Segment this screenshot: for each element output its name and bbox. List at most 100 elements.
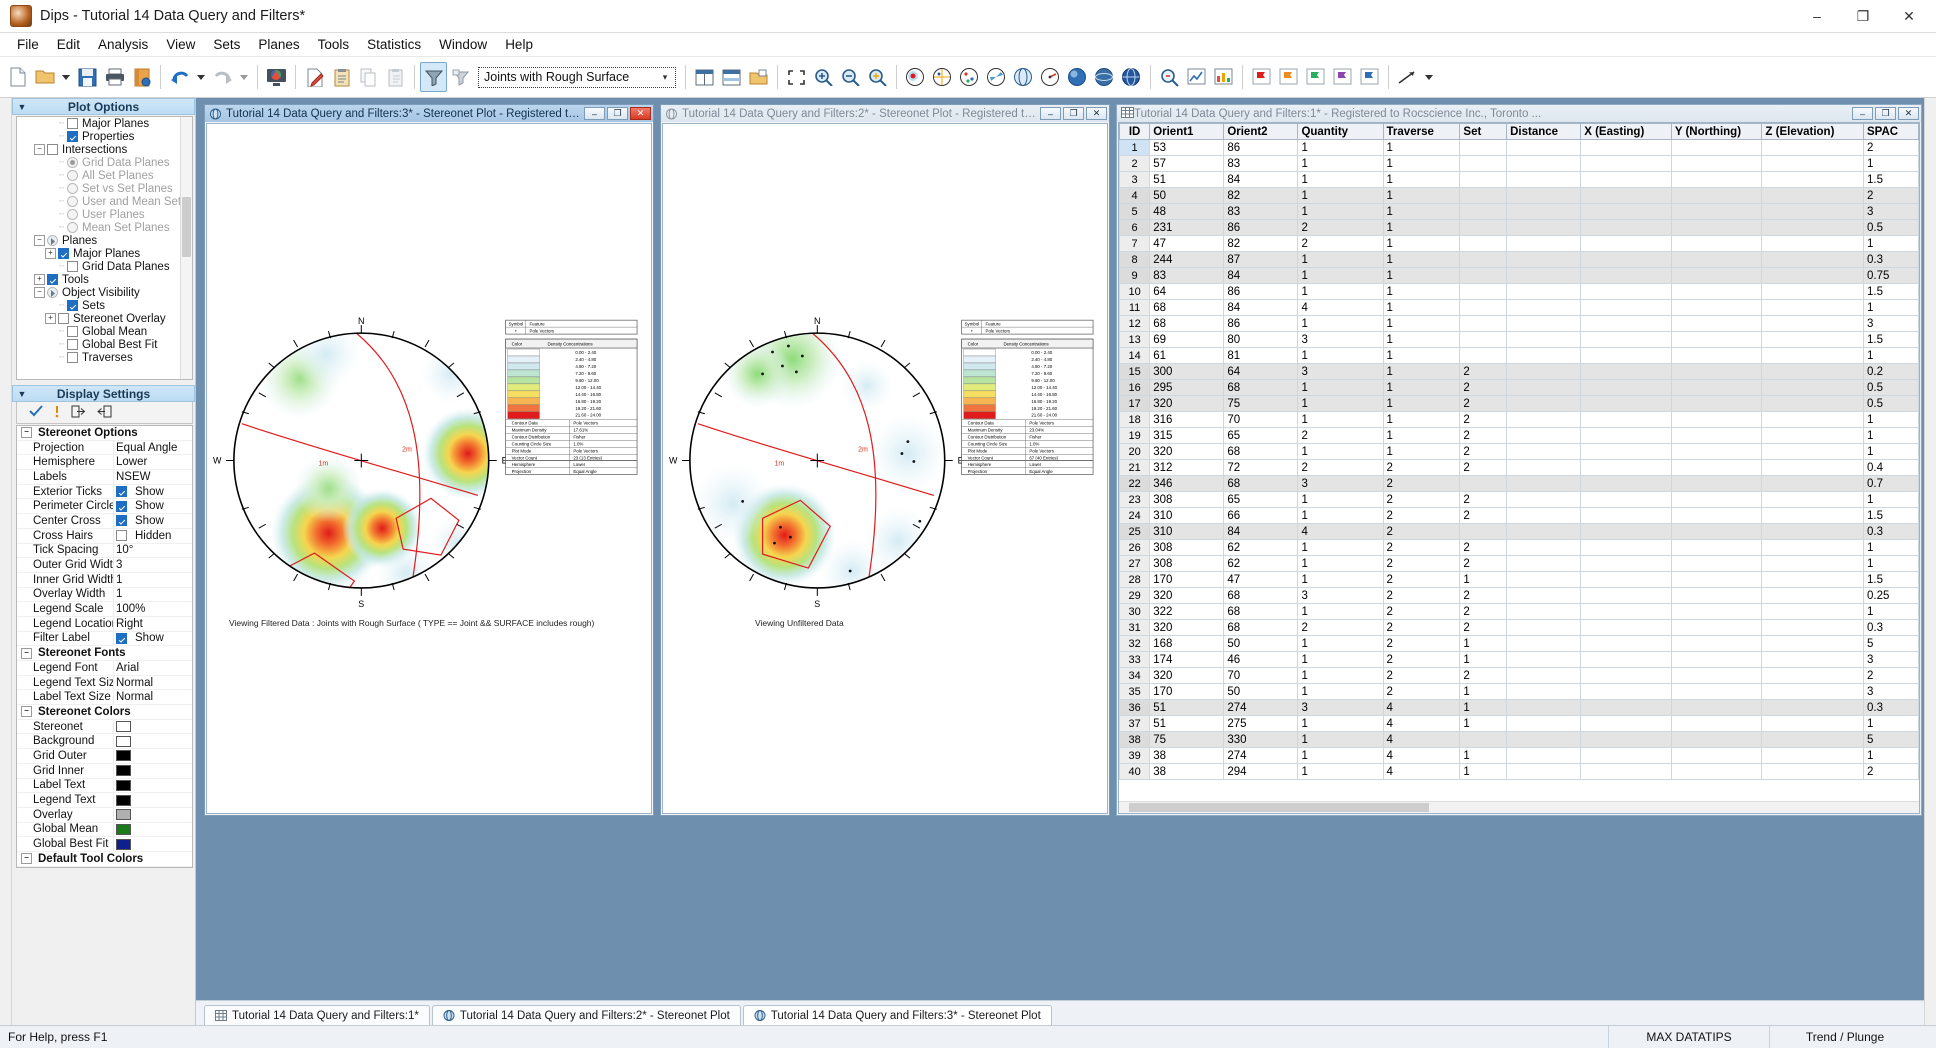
table-row[interactable]: 21312722220.4 [1120,460,1919,476]
table-cell[interactable]: 320 [1150,620,1224,636]
table-cell[interactable] [1671,764,1762,780]
table-cell[interactable] [1671,252,1762,268]
table-row[interactable]: 36512743410.3 [1120,700,1919,716]
property-row-legend-scale[interactable]: Legend Scale100% [17,602,192,617]
table-cell[interactable]: 1 [1383,396,1460,412]
table-cell[interactable]: 312 [1150,460,1224,476]
color-swatch[interactable] [116,795,131,806]
property-row-overlay-width[interactable]: Overlay Width1 [17,588,192,603]
tree-arrow-icon[interactable] [47,235,58,246]
plot-options-scrollbar[interactable] [180,117,192,379]
table-cell[interactable] [1581,204,1672,220]
table-cell[interactable]: 68 [1224,380,1298,396]
menu-view[interactable]: View [157,35,204,54]
color-swatch[interactable] [116,750,131,761]
table-cell[interactable] [1762,556,1864,572]
table-cell[interactable]: 1 [1383,156,1460,172]
table-cell[interactable]: 3 [1863,204,1918,220]
table-cell[interactable]: 84 [1224,524,1298,540]
open-dropdown-arrow[interactable] [58,62,74,92]
color-swatch[interactable] [116,721,131,732]
table-cell[interactable]: 1 [1460,748,1507,764]
table-cell[interactable] [1671,284,1762,300]
table-cell[interactable]: 70 [1224,412,1298,428]
table-cell[interactable] [1507,316,1581,332]
table-row[interactable]: 40382941412 [1120,764,1919,780]
stereonet-filtered-restore[interactable]: ❐ [607,107,628,120]
table-cell[interactable] [1762,652,1864,668]
table-cell[interactable] [1671,428,1762,444]
table-cell[interactable]: 75 [1224,396,1298,412]
property-group-default-tool-colors[interactable]: −Default Tool Colors [17,852,192,867]
column-header-set[interactable]: Set [1460,124,1507,140]
table-cell[interactable] [1762,636,1864,652]
table-cell[interactable]: 1 [1863,156,1918,172]
table-cell[interactable] [1507,188,1581,204]
table-cell[interactable] [1581,732,1672,748]
table-cell[interactable]: 320 [1150,444,1224,460]
table-cell[interactable]: 3 [1863,316,1918,332]
expand-node-icon[interactable]: + [34,274,45,285]
hscrollbar-thumb[interactable] [1129,803,1429,812]
property-row-hemisphere[interactable]: HemisphereLower [17,455,192,470]
table-cell[interactable] [1581,412,1672,428]
table-cell[interactable]: 1 [1863,748,1918,764]
table-cell[interactable]: 1 [1383,284,1460,300]
table-cell[interactable]: 274 [1224,748,1298,764]
table-cell[interactable] [1460,268,1507,284]
tree-item-grid-data-planes[interactable]: ┈Grid Data Planes [17,260,192,273]
print-icon[interactable] [101,62,128,92]
property-row-legend-text[interactable]: Legend Text [17,793,192,808]
table-cell[interactable]: 1.5 [1863,508,1918,524]
table-cell[interactable] [1671,732,1762,748]
table-cell[interactable]: 69 [1150,332,1224,348]
table-cell[interactable]: 0.5 [1863,396,1918,412]
tree-item-sets[interactable]: ┈Sets [17,299,192,312]
table-cell[interactable] [1507,652,1581,668]
table-cell[interactable]: 2 [1460,620,1507,636]
property-row-filter-label[interactable]: Filter LabelShow [17,632,192,647]
table-cell[interactable] [1460,220,1507,236]
column-header-quantity[interactable]: Quantity [1298,124,1383,140]
stereonet-filtered-titlebar[interactable]: Tutorial 14 Data Query and Filters:3* - … [205,105,653,122]
table-cell[interactable] [1581,348,1672,364]
table-cell[interactable]: 83 [1224,156,1298,172]
open-folder-icon[interactable] [31,62,58,92]
stereonet-filtered-close[interactable]: ✕ [630,107,651,120]
table-cell[interactable]: 1 [1863,428,1918,444]
tree-radio[interactable] [67,196,78,207]
table-cell[interactable] [1581,380,1672,396]
zoom-out-icon[interactable] [837,62,864,92]
sphere-plot-icon[interactable] [1091,62,1118,92]
stereonet-unfiltered-minimize[interactable]: – [1040,107,1061,120]
table-cell[interactable]: 2 [1460,396,1507,412]
table-cell[interactable] [1507,204,1581,220]
color-swatch[interactable] [116,824,131,835]
table-cell[interactable]: 1 [1863,556,1918,572]
table-cell[interactable]: 3 [1298,588,1383,604]
table-cell[interactable] [1581,476,1672,492]
table-cell[interactable]: 84 [1224,172,1298,188]
table-cell[interactable] [1671,572,1762,588]
data-table-titlebar[interactable]: Tutorial 14 Data Query and Filters:1* - … [1117,105,1921,122]
table-cell[interactable]: 68 [1150,316,1224,332]
table-cell[interactable] [1762,508,1864,524]
tab-stereonet-3[interactable]: Tutorial 14 Data Query and Filters:3* - … [743,1005,1052,1025]
table-cell[interactable]: 2 [1460,588,1507,604]
table-cell[interactable] [1581,748,1672,764]
table-cell[interactable]: 1 [1863,412,1918,428]
column-header-orient1[interactable]: Orient1 [1150,124,1224,140]
table-row[interactable]: 136980311.5 [1120,332,1919,348]
table-cell[interactable]: 1 [1863,492,1918,508]
table-cell[interactable] [1507,412,1581,428]
column-header-id[interactable]: ID [1120,124,1150,140]
table-cell[interactable] [1581,252,1672,268]
save-icon[interactable] [74,62,101,92]
stereonet-unfiltered-titlebar[interactable]: Tutorial 14 Data Query and Filters:2* - … [661,105,1109,122]
row-id-cell[interactable]: 16 [1120,380,1150,396]
table-cell[interactable] [1762,540,1864,556]
row-id-cell[interactable]: 13 [1120,332,1150,348]
table-cell[interactable] [1507,140,1581,156]
property-row-global-mean[interactable]: Global Mean [17,823,192,838]
table-cell[interactable] [1671,156,1762,172]
